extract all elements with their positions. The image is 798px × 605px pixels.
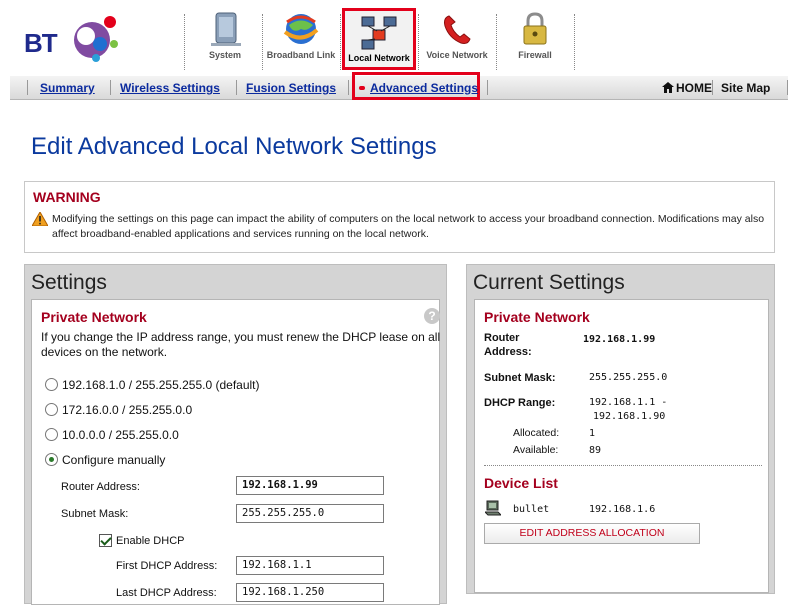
home-link[interactable]: HOME bbox=[676, 81, 712, 95]
radio-option-10-0[interactable]: 10.0.0.0 / 255.255.0.0 bbox=[45, 428, 179, 444]
current-settings-panel: Current Settings Private Network Router … bbox=[466, 264, 775, 594]
logo-text: BT bbox=[24, 28, 58, 58]
bt-logo[interactable]: BT bbox=[24, 14, 124, 64]
radio-label: 172.16.0.0 / 255.255.0.0 bbox=[62, 403, 193, 417]
last-dhcp-label: Last DHCP Address: bbox=[116, 587, 217, 599]
available-label: Available: bbox=[513, 444, 559, 456]
router-address-label: Router Address: bbox=[61, 481, 140, 493]
checkbox-label: Enable DHCP bbox=[116, 535, 185, 547]
computer-icon bbox=[485, 500, 501, 516]
home-icon[interactable] bbox=[662, 82, 674, 93]
radio-label: 192.168.1.0 / 255.255.255.0 (default) bbox=[62, 378, 260, 392]
radio-button[interactable] bbox=[45, 403, 58, 416]
subnav-wireless-settings[interactable]: Wireless Settings bbox=[120, 81, 220, 95]
router-address-value: 192.168.1.99 bbox=[583, 334, 656, 345]
subnav-fusion-settings[interactable]: Fusion Settings bbox=[246, 81, 336, 95]
section-title: Private Network bbox=[484, 309, 590, 325]
settings-heading: Settings bbox=[31, 271, 107, 294]
subnet-mask-label: Subnet Mask: bbox=[61, 508, 129, 520]
bt-globe-icon bbox=[74, 16, 118, 62]
subnet-mask-input[interactable]: 255.255.255.0 bbox=[236, 504, 384, 523]
nav-voice-network[interactable]: Voice Network bbox=[418, 8, 496, 70]
warning-box: WARNING Modifying the settings on this p… bbox=[24, 181, 775, 253]
device-name: bullet bbox=[513, 504, 550, 515]
first-dhcp-input[interactable]: 192.168.1.1 bbox=[236, 556, 384, 575]
subnav-summary[interactable]: Summary bbox=[40, 81, 95, 95]
nav-broadband-link[interactable]: Broadband Link bbox=[262, 8, 340, 70]
nav-label: Voice Network bbox=[426, 50, 488, 60]
available-value: 89 bbox=[589, 445, 602, 456]
nav-local-network[interactable]: Local Network bbox=[342, 8, 416, 70]
settings-panel: Settings Private Network ? If you change… bbox=[24, 264, 447, 605]
nav-label: Local Network bbox=[348, 53, 410, 63]
system-icon bbox=[211, 12, 241, 46]
enable-dhcp-checkbox[interactable]: Enable DHCP bbox=[99, 534, 184, 547]
device-list-title: Device List bbox=[484, 475, 558, 491]
device-ip: 192.168.1.6 bbox=[589, 504, 656, 515]
nav-firewall[interactable]: Firewall bbox=[496, 8, 574, 70]
edit-address-allocation-button[interactable]: EDIT ADDRESS ALLOCATION bbox=[484, 523, 700, 544]
subnet-mask-label: Subnet Mask: bbox=[484, 372, 556, 384]
radio-option-172-16[interactable]: 172.16.0.0 / 255.255.0.0 bbox=[45, 403, 192, 419]
checkbox-checked[interactable] bbox=[99, 534, 112, 547]
radio-option-192-168[interactable]: 192.168.1.0 / 255.255.255.0 (default) bbox=[45, 378, 260, 394]
dhcp-range-label: DHCP Range: bbox=[484, 397, 556, 409]
radio-option-manual[interactable]: Configure manually bbox=[45, 453, 165, 469]
private-network-settings: Private Network ? If you change the IP a… bbox=[31, 299, 440, 605]
nav-label: Firewall bbox=[518, 50, 552, 60]
current-private-network: Private Network Router Address: 192.168.… bbox=[474, 299, 769, 593]
radio-label: Configure manually bbox=[62, 453, 166, 467]
nav-label: Broadband Link bbox=[266, 50, 336, 60]
active-marker bbox=[359, 86, 365, 90]
globe-icon bbox=[283, 14, 319, 44]
radio-label: 10.0.0.0 / 255.255.0.0 bbox=[62, 428, 179, 442]
radio-button-selected[interactable] bbox=[45, 453, 58, 466]
settings-description: If you change the IP address range, you … bbox=[41, 330, 441, 359]
help-icon[interactable]: ? bbox=[424, 308, 440, 324]
router-address-label: Router Address: bbox=[484, 332, 532, 358]
allocated-label: Allocated: bbox=[513, 427, 560, 439]
page-title: Edit Advanced Local Network Settings bbox=[31, 133, 437, 160]
radio-button[interactable] bbox=[45, 428, 58, 441]
telephone-icon bbox=[444, 15, 471, 44]
divider bbox=[484, 465, 762, 466]
dhcp-range-end: 192.168.1.90 bbox=[593, 411, 666, 422]
warning-triangle-icon bbox=[32, 212, 48, 226]
radio-button[interactable] bbox=[45, 378, 58, 391]
sub-navigation: Summary Wireless Settings Fusion Setting… bbox=[10, 72, 788, 100]
section-title: Private Network bbox=[41, 309, 147, 325]
padlock-icon bbox=[523, 12, 547, 45]
local-network-icon bbox=[361, 16, 397, 50]
nav-label: System bbox=[208, 50, 242, 60]
dhcp-range-start: 192.168.1.1 - bbox=[589, 397, 668, 408]
nav-system[interactable]: System bbox=[186, 8, 264, 70]
router-address-input[interactable]: 192.168.1.99 bbox=[236, 476, 384, 495]
subnet-mask-value: 255.255.255.0 bbox=[589, 372, 668, 383]
current-settings-heading: Current Settings bbox=[473, 271, 625, 294]
warning-title: WARNING bbox=[33, 189, 101, 205]
first-dhcp-label: First DHCP Address: bbox=[116, 560, 218, 572]
allocated-value: 1 bbox=[589, 428, 596, 439]
subnav-advanced-settings[interactable]: Advanced Settings bbox=[370, 81, 478, 95]
warning-text: Modifying the settings on this page can … bbox=[52, 213, 765, 240]
site-map-link[interactable]: Site Map bbox=[721, 81, 770, 95]
